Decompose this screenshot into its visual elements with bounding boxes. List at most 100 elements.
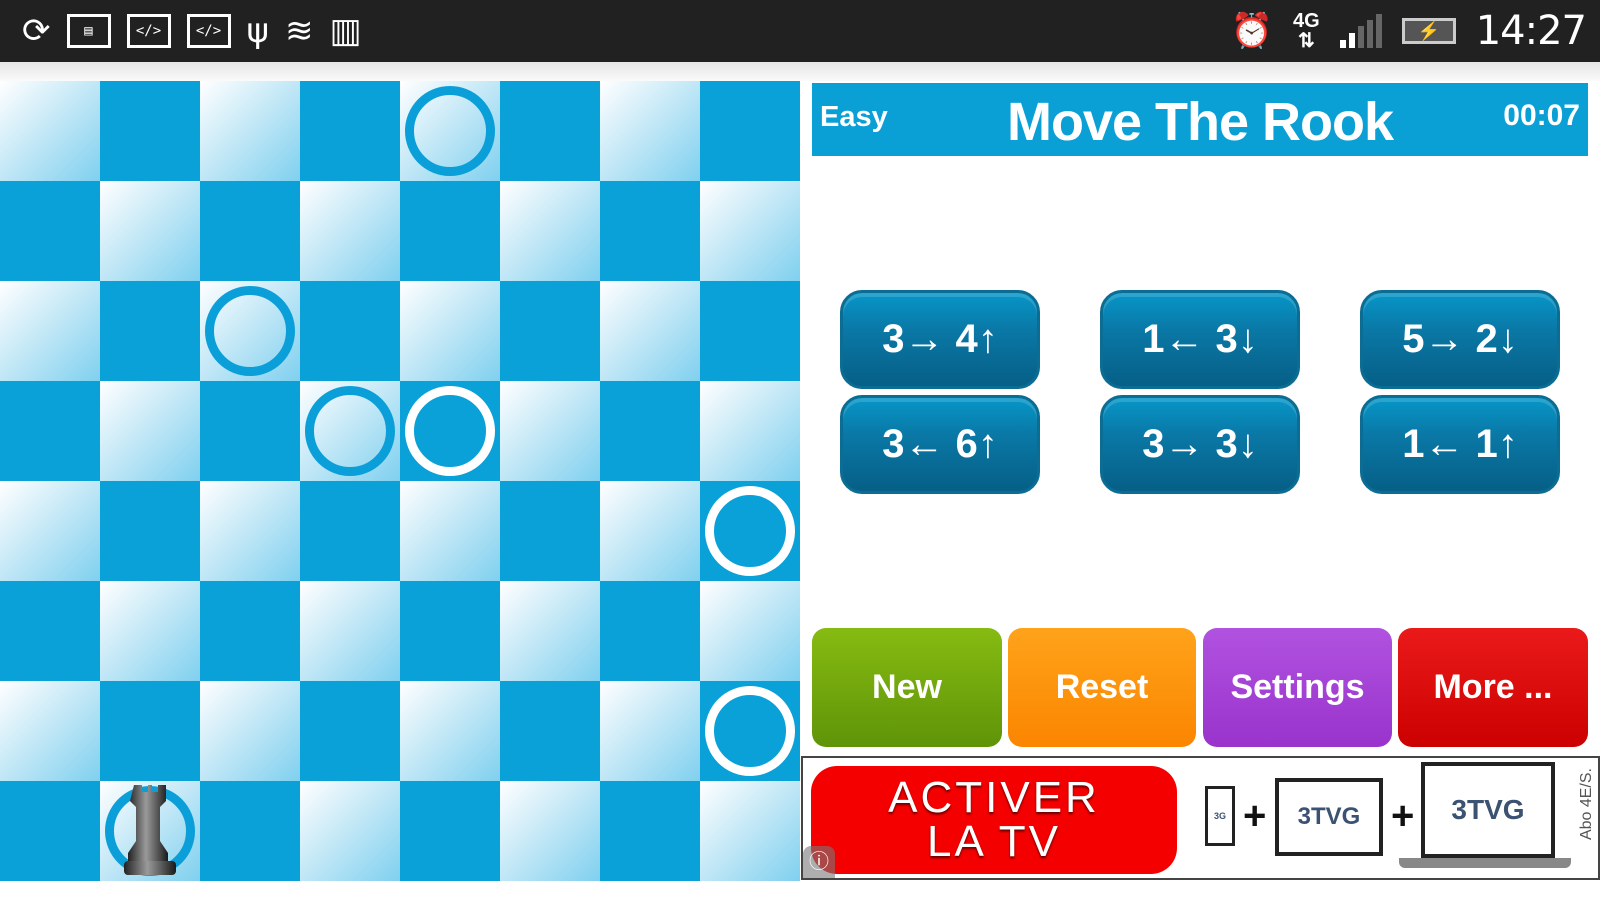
- board-square[interactable]: [200, 581, 300, 681]
- board-square[interactable]: [100, 581, 200, 681]
- wifi-icon: ≋: [284, 11, 314, 51]
- board-square[interactable]: [600, 481, 700, 581]
- board-square[interactable]: [500, 281, 600, 381]
- board-square[interactable]: [600, 181, 700, 281]
- board-square[interactable]: [200, 181, 300, 281]
- settings-button[interactable]: Settings: [1203, 628, 1392, 747]
- board-square[interactable]: [700, 281, 800, 381]
- code-icon: </>: [126, 14, 171, 48]
- barcode-icon: ▥: [329, 11, 362, 51]
- game-header: Easy Move The Rook 00:07: [812, 83, 1588, 156]
- board-square[interactable]: [300, 581, 400, 681]
- board-square[interactable]: [600, 381, 700, 481]
- board-square[interactable]: [0, 281, 100, 381]
- board-square[interactable]: [0, 381, 100, 481]
- action-bar-shadow: [0, 62, 1600, 81]
- board-square[interactable]: [700, 781, 800, 881]
- board-square[interactable]: [300, 181, 400, 281]
- move-button[interactable]: 1← 1↑: [1360, 395, 1560, 494]
- board-square[interactable]: [100, 81, 200, 181]
- ad-side-text: Abo 4E/S.: [1578, 768, 1595, 841]
- board-square[interactable]: [300, 281, 400, 381]
- board-square[interactable]: [500, 581, 600, 681]
- board-square[interactable]: [0, 81, 100, 181]
- board-square[interactable]: [0, 181, 100, 281]
- board-square[interactable]: [500, 181, 600, 281]
- board-square[interactable]: [100, 281, 200, 381]
- board-square[interactable]: [600, 81, 700, 181]
- target-ring: [705, 486, 795, 576]
- board-square[interactable]: [700, 181, 800, 281]
- board-square[interactable]: [200, 781, 300, 881]
- target-ring: [705, 686, 795, 776]
- board-square[interactable]: [100, 181, 200, 281]
- signal-icon: [1339, 14, 1382, 48]
- board-square[interactable]: [100, 681, 200, 781]
- board-square[interactable]: [300, 781, 400, 881]
- phone-icon: 3G: [1205, 786, 1235, 846]
- more-button[interactable]: More ...: [1398, 628, 1588, 747]
- board-square[interactable]: [600, 781, 700, 881]
- ad-banner[interactable]: ACTIVER LA TV 3G + 3TVG + 3TVG Abo 4E/S. …: [801, 756, 1600, 880]
- target-ring: [205, 286, 295, 376]
- board-square[interactable]: [300, 681, 400, 781]
- board-square-rook[interactable]: [100, 781, 200, 881]
- ad-headline[interactable]: ACTIVER LA TV: [811, 766, 1177, 874]
- chess-board[interactable]: [0, 81, 800, 881]
- target-ring: [405, 86, 495, 176]
- board-square[interactable]: [0, 781, 100, 881]
- board-square[interactable]: [400, 481, 500, 581]
- board-square[interactable]: [300, 381, 400, 481]
- board-square[interactable]: [400, 781, 500, 881]
- board-square[interactable]: [500, 481, 600, 581]
- clock: 14:27: [1475, 8, 1587, 54]
- board-square[interactable]: [0, 681, 100, 781]
- board-square[interactable]: [600, 281, 700, 381]
- board-square[interactable]: [0, 581, 100, 681]
- board-square[interactable]: [700, 481, 800, 581]
- board-square[interactable]: [400, 681, 500, 781]
- page-title: Move The Rook: [1006, 92, 1394, 152]
- board-square[interactable]: [300, 81, 400, 181]
- board-square[interactable]: [600, 681, 700, 781]
- sync-icon: ⟳: [22, 11, 51, 51]
- board-square[interactable]: [400, 281, 500, 381]
- move-button[interactable]: 1← 3↓: [1100, 290, 1300, 389]
- board-square[interactable]: [400, 381, 500, 481]
- target-ring: [405, 386, 495, 476]
- move-button[interactable]: 5→ 2↓: [1360, 290, 1560, 389]
- board-square[interactable]: [700, 681, 800, 781]
- board-square[interactable]: [400, 181, 500, 281]
- alarm-icon: ⏰: [1230, 11, 1274, 51]
- board-square[interactable]: [500, 81, 600, 181]
- board-square[interactable]: [0, 481, 100, 581]
- laptop-icon: 3TVG: [1421, 762, 1555, 858]
- board-square[interactable]: [700, 81, 800, 181]
- board-square[interactable]: [700, 581, 800, 681]
- laptop-base: [1399, 858, 1571, 868]
- ad-info-icon[interactable]: ⓘ: [803, 846, 835, 878]
- board-square[interactable]: [400, 81, 500, 181]
- board-square[interactable]: [200, 381, 300, 481]
- board-square[interactable]: [200, 81, 300, 181]
- board-square[interactable]: [300, 481, 400, 581]
- board-square[interactable]: [100, 481, 200, 581]
- board-square[interactable]: [600, 581, 700, 681]
- move-button[interactable]: 3→ 3↓: [1100, 395, 1300, 494]
- timer: 00:07: [1503, 99, 1580, 132]
- board-square[interactable]: [400, 581, 500, 681]
- move-button[interactable]: 3→ 4↑: [840, 290, 1040, 389]
- board-square[interactable]: [500, 781, 600, 881]
- rook-icon[interactable]: [122, 781, 178, 879]
- board-square[interactable]: [700, 381, 800, 481]
- move-button[interactable]: 3← 6↑: [840, 395, 1040, 494]
- image-icon: ▤: [66, 14, 111, 48]
- board-square[interactable]: [500, 681, 600, 781]
- board-square[interactable]: [100, 381, 200, 481]
- board-square[interactable]: [500, 381, 600, 481]
- reset-button[interactable]: Reset: [1008, 628, 1196, 747]
- board-square[interactable]: [200, 281, 300, 381]
- board-square[interactable]: [200, 481, 300, 581]
- new-button[interactable]: New: [812, 628, 1002, 747]
- board-square[interactable]: [200, 681, 300, 781]
